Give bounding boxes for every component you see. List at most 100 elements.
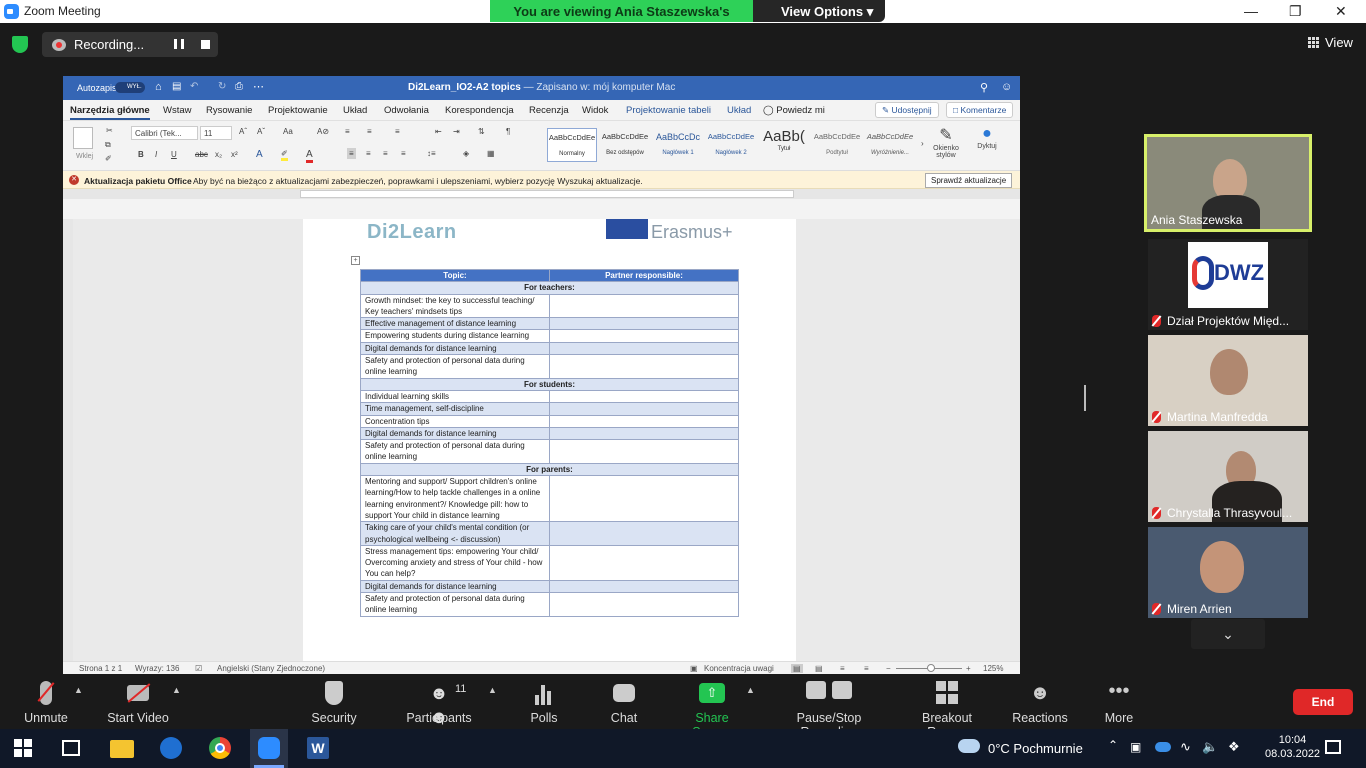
gallery-scroll-down[interactable]: ⌄: [1191, 619, 1265, 649]
table-header-cell[interactable]: Partner responsible:: [549, 268, 739, 283]
zoom-in-icon[interactable]: +: [966, 664, 971, 673]
participant-tile[interactable]: DWZ Dział Projektów Międ...: [1148, 239, 1308, 330]
chevron-up-icon[interactable]: ⌃: [1108, 738, 1118, 752]
format-painter-icon[interactable]: ✐: [105, 154, 112, 163]
font-color-icon[interactable]: A: [306, 149, 313, 163]
increase-indent-icon[interactable]: ⇥: [453, 127, 460, 136]
topic-cell[interactable]: Digital demands for distance learning: [360, 426, 550, 441]
topic-cell[interactable]: Safety and protection of personal data d…: [360, 354, 550, 379]
style-heading-1[interactable]: AaBbCcDc Nagłówek 1: [653, 128, 703, 162]
horizontal-ruler[interactable]: [63, 189, 1020, 199]
outlook-icon[interactable]: [160, 737, 182, 759]
web-layout-icon[interactable]: ▤: [815, 664, 823, 673]
polls-button[interactable]: Polls: [526, 681, 562, 725]
bold-icon[interactable]: B: [138, 150, 144, 159]
share-button[interactable]: ✎ Udostępnij: [875, 102, 939, 118]
partner-cell[interactable]: [549, 389, 739, 404]
stop-icon[interactable]: [201, 40, 210, 49]
change-case-icon[interactable]: Aa: [283, 127, 293, 136]
end-meeting-button[interactable]: End: [1293, 689, 1353, 715]
text-effects-icon[interactable]: A: [256, 149, 263, 160]
reactions-button[interactable]: ☻ Reactions: [1012, 681, 1068, 725]
font-size-select[interactable]: 11: [200, 126, 232, 140]
style-subtitle[interactable]: AaBbCcDdEe Podtytuł: [812, 128, 862, 162]
tab-table-design[interactable]: Projektowanie tabeli: [626, 105, 711, 116]
smiley-icon[interactable]: ☺: [1001, 81, 1012, 93]
topic-cell[interactable]: Empowering students during distance lear…: [360, 329, 550, 343]
topic-cell[interactable]: Growth mindset: the key to successful te…: [360, 293, 550, 319]
close-icon[interactable]: ✕: [1335, 3, 1347, 20]
redo-icon[interactable]: ↻: [218, 81, 226, 92]
file-explorer-icon[interactable]: [110, 740, 134, 758]
sort-icon[interactable]: ⇅: [478, 127, 485, 136]
more-button[interactable]: ••• More: [1102, 681, 1136, 725]
partner-cell[interactable]: [549, 592, 739, 617]
print-icon[interactable]: ⎙: [235, 81, 243, 92]
view-options-button[interactable]: View Options ▾: [753, 0, 886, 22]
tab-draw[interactable]: Rysowanie: [206, 105, 252, 116]
participant-tile[interactable]: Chrystalla Thrasyvoul...: [1148, 431, 1308, 522]
partner-cell[interactable]: [549, 579, 739, 594]
styles-pane-button[interactable]: ✎ Okienko stylów: [931, 125, 961, 159]
participant-tile-active[interactable]: Ania Staszewska: [1144, 134, 1312, 232]
topic-cell[interactable]: Digital demands for distance learning: [360, 341, 550, 356]
partner-cell[interactable]: [549, 544, 739, 581]
style-no-spacing[interactable]: AaBbCcDdEe Bez odstępów: [600, 128, 650, 162]
partner-cell[interactable]: [549, 293, 739, 319]
partner-cell[interactable]: [549, 439, 739, 464]
tell-me[interactable]: ◯ Powiedz mi: [763, 105, 825, 116]
topic-cell[interactable]: Taking care of your child's mental condi…: [360, 521, 550, 546]
zoom-level[interactable]: 125%: [983, 664, 1003, 673]
print-layout-icon[interactable]: ▤: [791, 664, 803, 673]
tab-design[interactable]: Projektowanie: [268, 105, 328, 116]
partner-cell[interactable]: [549, 402, 739, 416]
justify-icon[interactable]: ≡: [401, 149, 406, 158]
word-icon[interactable]: W: [307, 737, 329, 759]
page-count[interactable]: Strona 1 z 1: [79, 664, 122, 673]
shrink-font-icon[interactable]: Aˇ: [257, 127, 265, 136]
partner-cell[interactable]: [549, 354, 739, 379]
bullets-icon[interactable]: ≡: [345, 127, 350, 136]
view-button[interactable]: View: [1308, 35, 1353, 50]
system-clock[interactable]: 10:04 08.03.2022: [1265, 733, 1320, 761]
network-device-icon[interactable]: ▣: [1130, 740, 1141, 754]
comments-button[interactable]: □ Komentarze: [946, 102, 1014, 118]
topic-cell[interactable]: Individual learning skills: [360, 389, 550, 404]
tab-insert[interactable]: Wstaw: [163, 105, 192, 116]
participant-tile[interactable]: Martina Manfredda: [1148, 335, 1308, 426]
subscript-icon[interactable]: x₂: [215, 150, 222, 159]
task-view-icon[interactable]: [62, 740, 80, 756]
chevron-up-icon[interactable]: ▲: [74, 685, 83, 695]
tab-table-layout[interactable]: Układ: [727, 105, 751, 116]
align-right-icon[interactable]: ≡: [383, 149, 388, 158]
panel-splitter[interactable]: [1084, 385, 1086, 411]
tab-layout[interactable]: Układ: [343, 105, 367, 116]
security-button[interactable]: Security: [308, 681, 360, 725]
partner-cell[interactable]: [549, 475, 739, 523]
dictate-button[interactable]: ● Dyktuj: [973, 125, 1001, 150]
volume-icon[interactable]: 🔈: [1202, 739, 1218, 755]
wifi-icon[interactable]: ∿: [1180, 739, 1191, 755]
check-updates-button[interactable]: Sprawdź aktualizacje: [925, 173, 1013, 188]
table-move-handle-icon[interactable]: +: [351, 256, 360, 265]
windows-start-icon[interactable]: [14, 739, 32, 757]
cut-icon[interactable]: ✂: [106, 126, 113, 135]
multilevel-icon[interactable]: ≡: [395, 127, 400, 136]
start-video-button[interactable]: Start Video: [104, 681, 172, 725]
strike-icon[interactable]: abc: [195, 150, 208, 159]
chevron-up-icon[interactable]: ▲: [746, 685, 755, 695]
topic-cell[interactable]: Digital demands for distance learning: [360, 579, 550, 594]
chrome-icon[interactable]: [209, 737, 231, 759]
zoom-taskbar-item[interactable]: [250, 729, 288, 768]
maximize-icon[interactable]: ❐: [1289, 3, 1302, 20]
partner-cell[interactable]: [549, 521, 739, 546]
table-section-cell[interactable]: For students:: [360, 377, 739, 391]
home-icon[interactable]: ⌂: [155, 81, 162, 93]
style-normal[interactable]: AaBbCcDdEe Normalny: [547, 128, 597, 162]
copy-icon[interactable]: ⧉: [105, 140, 111, 150]
focus-mode[interactable]: Koncentracja uwagi: [704, 664, 774, 673]
save-icon[interactable]: ▤: [172, 81, 181, 92]
table-section-cell[interactable]: For teachers:: [360, 281, 739, 295]
underline-icon[interactable]: U: [171, 150, 177, 159]
tab-references[interactable]: Odwołania: [384, 105, 429, 116]
